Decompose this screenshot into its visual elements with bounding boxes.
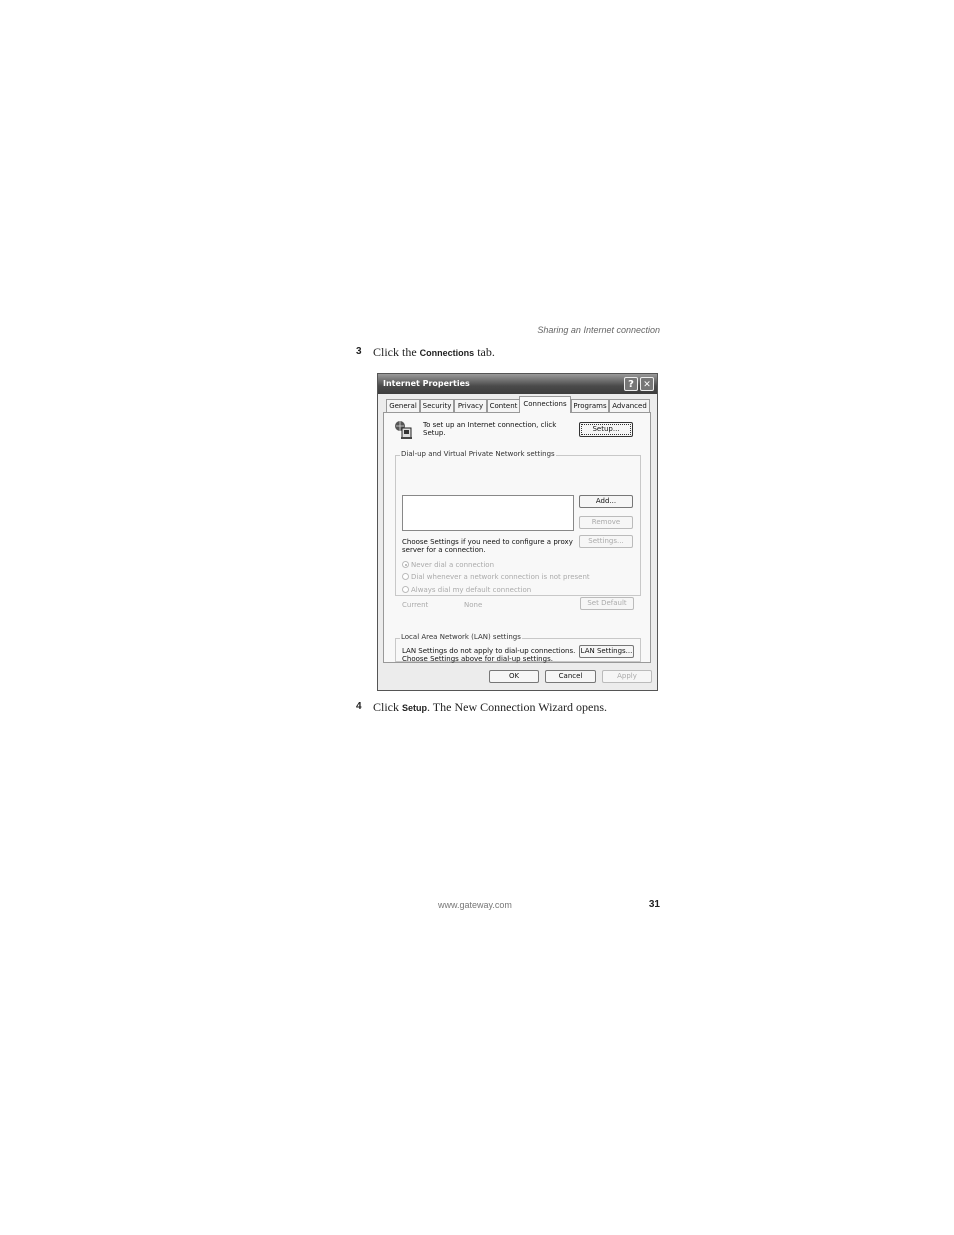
step-text-before: Click	[373, 700, 402, 714]
lan-group-label: Local Area Network (LAN) settings	[400, 633, 522, 641]
proxy-text-line-1: Choose Settings if you need to configure…	[402, 538, 573, 546]
apply-button[interactable]: Apply	[602, 670, 652, 683]
lan-settings-button[interactable]: LAN Settings...	[579, 645, 634, 658]
tab-content[interactable]: Content	[487, 399, 520, 412]
step-text-after: . The New Connection Wizard opens.	[427, 700, 608, 714]
tab-connections[interactable]: Connections	[519, 396, 571, 413]
tab-advanced[interactable]: Advanced	[609, 399, 650, 412]
add-button[interactable]: Add...	[579, 495, 633, 508]
step-4: 4 Click Setup. The New Connection Wizard…	[356, 700, 676, 716]
ok-button[interactable]: OK	[489, 670, 539, 683]
tab-security[interactable]: Security	[420, 399, 454, 412]
step-3: 3 Click the Connections tab.	[356, 345, 676, 361]
ui-term: Setup	[402, 703, 428, 713]
dialog-title: Internet Properties	[383, 379, 470, 388]
radio-label: Never dial a connection	[411, 561, 495, 569]
title-bar: Internet Properties ? ✕	[378, 374, 657, 394]
step-number: 4	[356, 701, 362, 712]
running-header: Sharing an Internet connection	[537, 325, 660, 335]
network-connection-icon	[395, 421, 412, 439]
radio-never-dial[interactable]: Never dial a connection	[402, 561, 494, 569]
step-text-after: tab.	[474, 345, 495, 359]
radio-selected-icon	[402, 561, 409, 568]
proxy-text-line-2: server for a connection.	[402, 546, 486, 554]
close-icon: ✕	[643, 380, 651, 390]
tab-general[interactable]: General	[386, 399, 420, 412]
step-text: Click Setup. The New Connection Wizard o…	[373, 700, 607, 715]
step-text: Click the Connections tab.	[373, 345, 495, 360]
connections-listbox[interactable]	[402, 495, 574, 531]
cancel-button[interactable]: Cancel	[545, 670, 596, 683]
dialup-group-label: Dial-up and Virtual Private Network sett…	[400, 450, 556, 458]
radio-label: Always dial my default connection	[411, 586, 532, 594]
connections-panel: To set up an Internet connection, click …	[383, 412, 651, 663]
setup-button[interactable]: Setup...	[579, 422, 633, 437]
help-icon: ?	[628, 379, 634, 390]
radio-empty-icon	[402, 573, 409, 580]
step-text-before: Click the	[373, 345, 420, 359]
setup-intro-line-2: Setup.	[423, 429, 446, 437]
radio-label: Dial whenever a network connection is no…	[411, 573, 590, 581]
footer-url: www.gateway.com	[438, 900, 512, 910]
internet-properties-dialog: Internet Properties ? ✕ General Security…	[377, 373, 658, 691]
set-default-button[interactable]: Set Default	[580, 597, 634, 610]
remove-button[interactable]: Remove	[579, 516, 633, 529]
radio-dial-whenever[interactable]: Dial whenever a network connection is no…	[402, 573, 590, 581]
ui-term: Connections	[419, 348, 475, 358]
settings-button[interactable]: Settings...	[579, 535, 633, 548]
radio-empty-icon	[402, 586, 409, 593]
tab-privacy[interactable]: Privacy	[454, 399, 487, 412]
close-button[interactable]: ✕	[640, 377, 654, 391]
help-button[interactable]: ?	[624, 377, 638, 391]
lan-text-line-1: LAN Settings do not apply to dial-up con…	[402, 647, 576, 655]
step-number: 3	[356, 346, 362, 357]
current-label: Current	[402, 601, 429, 609]
page-number: 31	[648, 899, 660, 910]
setup-intro-line-1: To set up an Internet connection, click	[423, 421, 557, 429]
radio-always-dial[interactable]: Always dial my default connection	[402, 586, 531, 594]
lan-text-line-2: Choose Settings above for dial-up settin…	[402, 655, 553, 663]
current-value: None	[464, 601, 483, 609]
tab-programs[interactable]: Programs	[571, 399, 609, 412]
